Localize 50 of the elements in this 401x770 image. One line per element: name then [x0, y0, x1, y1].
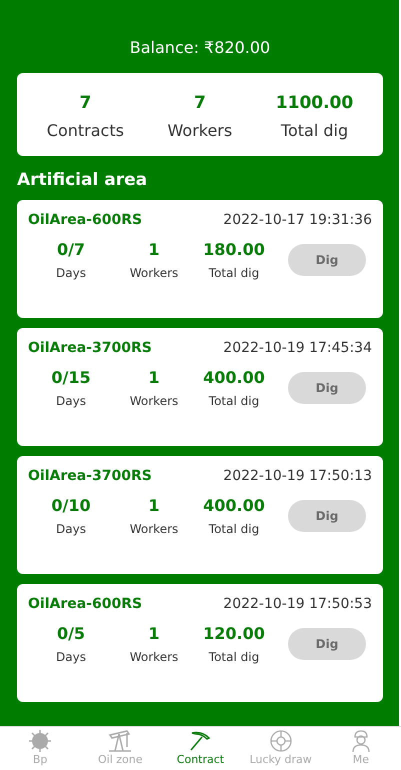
workers-label: Workers — [130, 266, 178, 280]
contract-name: OilArea-600RS — [28, 596, 142, 612]
days-label: Days — [56, 266, 86, 280]
contract-time: 2022-10-19 17:50:13 — [223, 468, 372, 484]
contract-name: OilArea-3700RS — [28, 468, 152, 484]
total-dig-value: 180.00 — [203, 240, 265, 259]
contract-time: 2022-10-19 17:45:34 — [223, 340, 372, 356]
workers-value: 1 — [148, 240, 160, 259]
days-value: 0/10 — [51, 496, 91, 515]
days-value: 0/7 — [56, 240, 86, 259]
contract-time: 2022-10-19 17:50:53 — [223, 596, 372, 612]
summary-label: Workers — [168, 121, 232, 140]
days-label: Days — [56, 522, 86, 536]
days-value: 0/5 — [56, 624, 86, 643]
section-title: Artificial area — [17, 170, 148, 190]
wheel-icon — [268, 729, 293, 753]
total-dig-label: Total dig — [208, 650, 260, 664]
nav-tab[interactable]: Contract — [165, 727, 236, 770]
summary-label: Total dig — [280, 121, 348, 140]
summary-value: 7 — [79, 93, 92, 113]
workers-value: 1 — [148, 624, 160, 643]
workers-label: Workers — [130, 650, 178, 664]
total-dig-value: 400.00 — [203, 496, 265, 515]
worker-icon — [350, 729, 372, 753]
workers-label: Workers — [130, 522, 178, 536]
contract-name: OilArea-3700RS — [28, 340, 152, 356]
total-dig-label: Total dig — [208, 394, 260, 408]
pickaxe-icon — [188, 729, 212, 753]
balance-text: Balance: ₹820.00 — [128, 37, 272, 59]
days-label: Days — [56, 394, 86, 408]
nav-tab[interactable]: Oil zone — [85, 727, 156, 770]
contract-name: OilArea-600RS — [28, 212, 142, 228]
total-dig-label: Total dig — [208, 266, 260, 280]
contract-time: 2022-10-17 19:31:36 — [223, 212, 372, 228]
summary-label: Contracts — [46, 121, 124, 140]
total-dig-label: Total dig — [208, 522, 260, 536]
nav-tab[interactable]: Bp — [5, 727, 76, 770]
sun-icon — [28, 729, 52, 753]
summary-value: 7 — [194, 93, 206, 113]
workers-value: 1 — [148, 496, 160, 515]
days-value: 0/15 — [51, 368, 91, 387]
nav-tab[interactable]: Me — [326, 727, 396, 770]
total-dig-value: 120.00 — [203, 624, 265, 643]
workers-label: Workers — [130, 394, 178, 408]
nav-tab[interactable]: Lucky draw — [246, 727, 316, 770]
summary-value: 1100.00 — [276, 93, 354, 113]
workers-value: 1 — [148, 368, 160, 387]
days-label: Days — [56, 650, 86, 664]
oil-pump-icon — [107, 729, 134, 753]
total-dig-value: 400.00 — [203, 368, 265, 387]
